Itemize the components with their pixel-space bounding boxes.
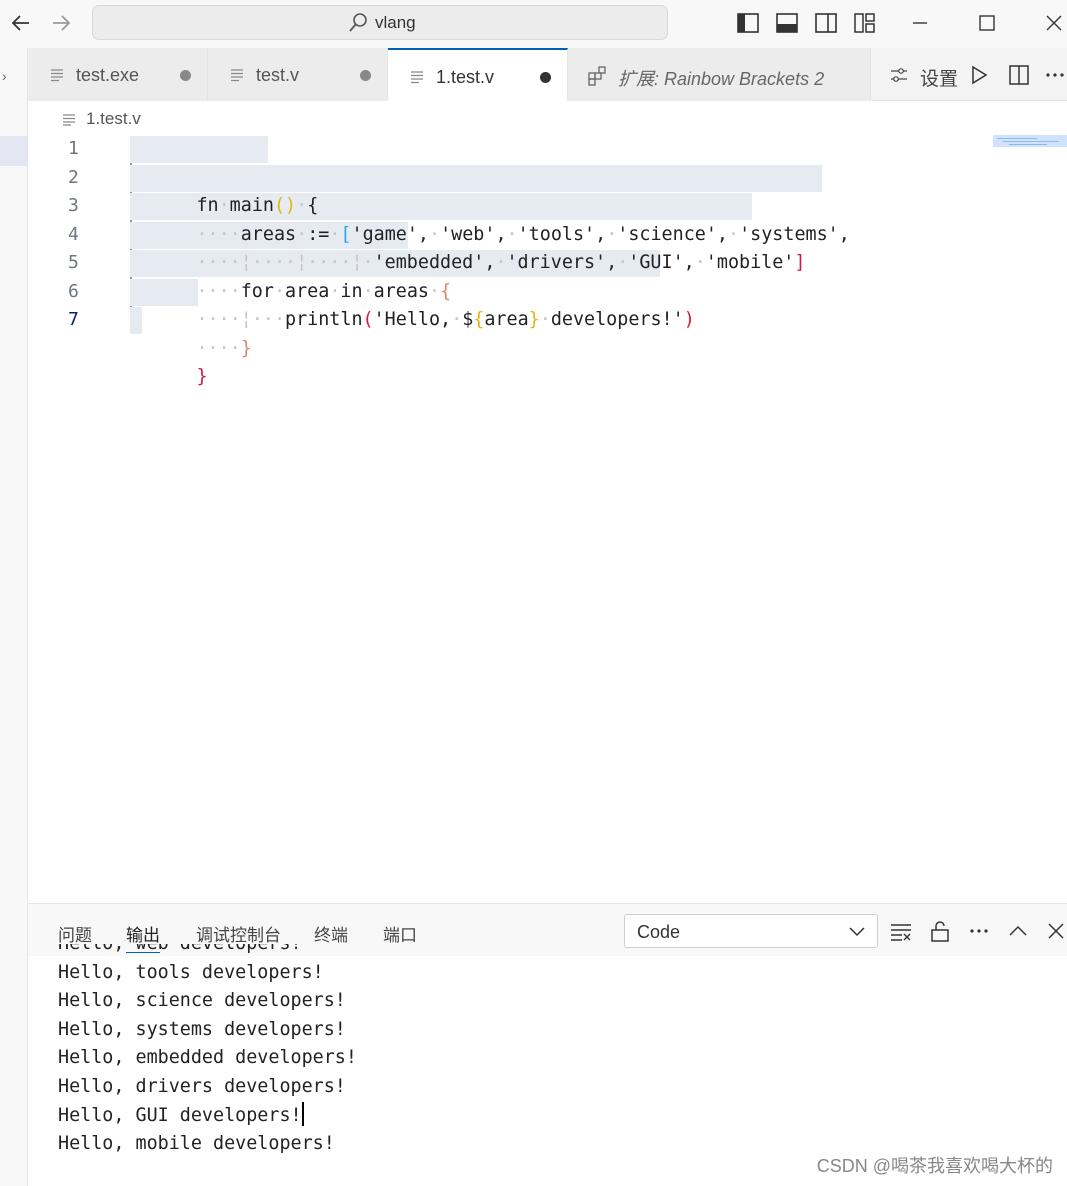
output-line: Hello, web developers! bbox=[58, 944, 302, 959]
output-line: Hello, science developers! bbox=[58, 990, 346, 1012]
close-panel-icon[interactable] bbox=[1045, 920, 1067, 942]
file-lines-icon bbox=[230, 68, 244, 82]
breadcrumb: 1.test.v bbox=[28, 101, 1067, 135]
panel-tab-terminal[interactable]: 终端 bbox=[314, 921, 348, 946]
output-line: Hello, systems developers! bbox=[58, 1018, 346, 1040]
line-number: 2 bbox=[68, 166, 79, 188]
maximize-panel-icon[interactable] bbox=[1007, 920, 1029, 942]
tab-test-exe[interactable]: test.exe bbox=[28, 48, 208, 101]
activity-bar: › bbox=[0, 48, 28, 1186]
tab-1-test-v[interactable]: 1.test.v bbox=[388, 48, 568, 102]
toggle-secondary-sidebar-icon[interactable] bbox=[814, 11, 838, 35]
unsaved-dot-icon[interactable] bbox=[180, 70, 191, 81]
more-actions-icon[interactable] bbox=[968, 920, 990, 942]
settings-sliders-icon[interactable] bbox=[890, 66, 908, 84]
more-actions-icon[interactable] bbox=[1044, 64, 1066, 86]
command-center-search[interactable]: vlang bbox=[92, 5, 668, 40]
panel-tab-debug-console[interactable]: 调试控制台 bbox=[196, 921, 281, 946]
panel-tab-ports[interactable]: 端口 bbox=[383, 921, 417, 946]
panel-tab-problems[interactable]: 问题 bbox=[58, 921, 92, 946]
chevron-down-icon bbox=[849, 924, 865, 938]
toggle-primary-sidebar-icon[interactable] bbox=[736, 11, 760, 35]
arrow-right-icon[interactable] bbox=[48, 10, 74, 36]
file-lines-icon bbox=[62, 113, 76, 126]
output-line-text: Hello, GUI developers! bbox=[58, 1104, 302, 1126]
line-number-current: 7 bbox=[68, 309, 79, 330]
close-icon[interactable] bbox=[1037, 8, 1067, 38]
tab-extension-rainbow-brackets[interactable]: 扩展: Rainbow Brackets 2 bbox=[568, 48, 871, 101]
activity-selected-item[interactable] bbox=[0, 136, 28, 166]
line-number: 1 bbox=[68, 138, 79, 159]
file-lines-icon bbox=[50, 68, 64, 82]
tab-label: 扩展: Rainbow Brackets 2 bbox=[618, 69, 825, 89]
bottom-panel: 问题 输出 调试控制台 终端 端口 Code Hello, web develo… bbox=[28, 903, 1067, 1186]
tab-label: test.exe bbox=[76, 65, 140, 85]
code-line: fn·main()·{ bbox=[130, 135, 318, 216]
line-number: 5 bbox=[68, 252, 79, 273]
lock-scroll-icon[interactable] bbox=[929, 920, 951, 942]
editor-tab-bar: test.exe test.v 1.test.v 扩展: Rainbow Bra… bbox=[28, 48, 1067, 102]
output-line: Hello, drivers developers! bbox=[58, 1076, 346, 1097]
line-number: 6 bbox=[68, 280, 79, 302]
output-line: Hello, tools developers! bbox=[58, 961, 324, 983]
unsaved-dot-icon[interactable] bbox=[540, 72, 551, 83]
extensions-icon bbox=[588, 66, 608, 86]
line-number: 4 bbox=[68, 223, 79, 245]
search-icon bbox=[347, 12, 369, 34]
unsaved-dot-icon[interactable] bbox=[360, 70, 371, 81]
code-editor[interactable]: 1 2 3 4 5 6 7 fn·main()·{ ····areas·:=·[… bbox=[28, 135, 1067, 903]
collapse-arrow-icon[interactable]: › bbox=[2, 68, 7, 84]
watermark: CSDN @喝茶我喜欢喝大杯的 bbox=[816, 1156, 1053, 1176]
output-channel-value: Code bbox=[637, 922, 681, 942]
minimize-icon[interactable] bbox=[905, 8, 935, 38]
tab-label: 1.test.v bbox=[436, 67, 495, 87]
maximize-icon[interactable] bbox=[972, 8, 1002, 38]
minimap[interactable] bbox=[993, 135, 1067, 147]
file-lines-icon bbox=[410, 70, 424, 84]
run-icon[interactable] bbox=[968, 64, 990, 86]
output-line: Hello, embedded developers! bbox=[58, 1047, 357, 1069]
line-number: 3 bbox=[68, 195, 79, 216]
clear-output-icon[interactable] bbox=[890, 920, 912, 942]
settings-tab-label[interactable]: 设置 bbox=[920, 64, 958, 91]
tab-label: test.v bbox=[256, 65, 300, 85]
output-line: Hello, mobile developers! bbox=[58, 1133, 335, 1155]
title-bar: vlang bbox=[0, 0, 1067, 48]
output-channel-select[interactable]: Code bbox=[624, 914, 878, 948]
panel-tab-output[interactable]: 输出 bbox=[126, 921, 160, 953]
arrow-left-icon[interactable] bbox=[8, 10, 34, 36]
text-caret bbox=[301, 1101, 304, 1126]
output-content[interactable]: Hello, web developers! Hello, tools deve… bbox=[58, 944, 1058, 1186]
command-center-text: vlang bbox=[375, 13, 416, 32]
tab-test-v[interactable]: test.v bbox=[208, 48, 388, 101]
split-editor-icon[interactable] bbox=[1008, 64, 1030, 86]
toggle-panel-icon[interactable] bbox=[775, 11, 799, 35]
code-line: ····areas·:=·['game',·'web',·'tools',·'s… bbox=[130, 164, 850, 245]
output-line-with-caret: Hello, GUI developers! bbox=[58, 1101, 304, 1131]
breadcrumb-file[interactable]: 1.test.v bbox=[86, 109, 141, 129]
customize-layout-icon[interactable] bbox=[853, 11, 877, 35]
